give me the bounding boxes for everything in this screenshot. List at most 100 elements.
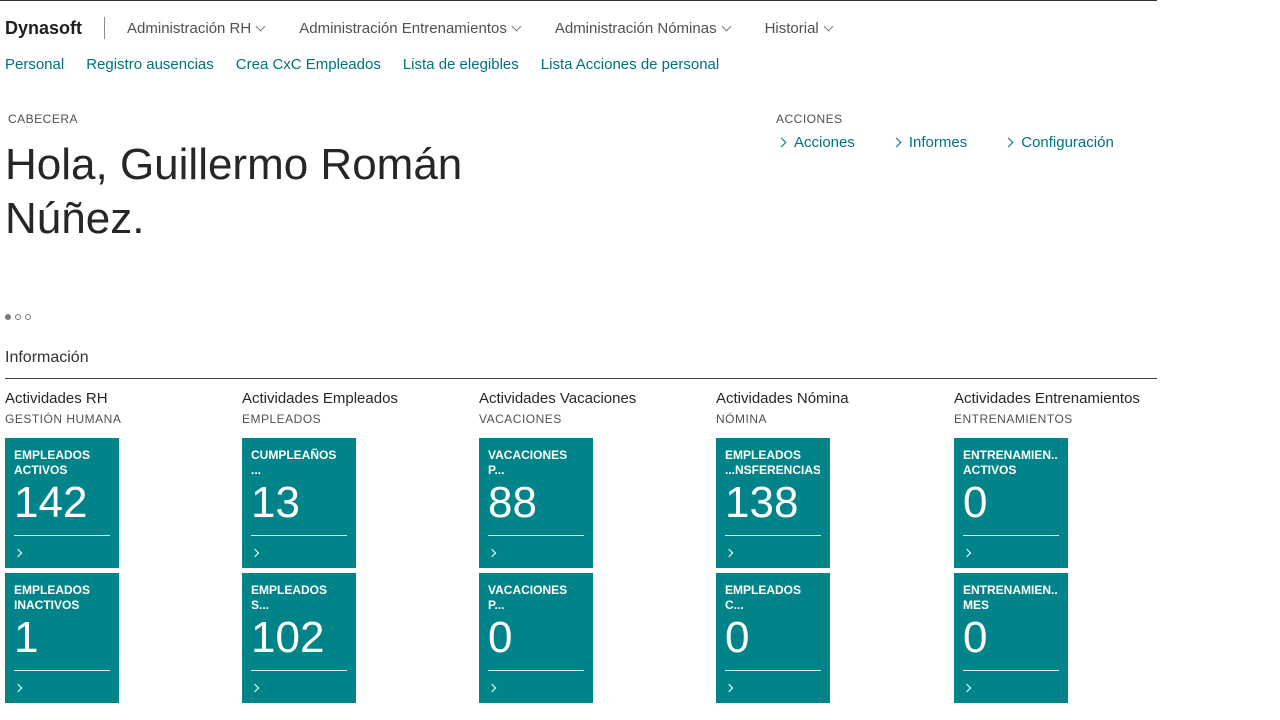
tile-value: 102 [251, 613, 325, 662]
tile-label: ENTRENAMIEN... ACTIVOS [963, 448, 1058, 477]
chevron-down-icon [823, 21, 834, 31]
link-lista-de-elegibles[interactable]: Lista de elegibles [403, 56, 519, 73]
tile-value: 138 [725, 478, 799, 527]
tile-label: ENTRENAMIEN... MES [963, 583, 1058, 612]
tile-value: 0 [488, 613, 513, 662]
cue-tile-empleados-transferencias[interactable]: EMPLEADOS ...NSFERENCIAS 138 [716, 438, 830, 568]
group-actividades-nomina: Actividades Nómina NÓMINA [716, 390, 926, 428]
chevron-right-icon [724, 683, 734, 693]
tile-label: EMPLEADOS C... X CHEQUES [725, 583, 802, 612]
menu-historial[interactable]: Historial [764, 19, 834, 37]
tile-label: CUMPLEAÑOS ... MES [251, 448, 337, 477]
tile-label: EMPLEADOS INACTIVOS [14, 583, 91, 612]
tile-divider [963, 535, 1059, 536]
chevron-down-icon [511, 21, 522, 31]
cue-tile-empleados-inactivos[interactable]: EMPLEADOS INACTIVOS 1 [5, 573, 119, 703]
tile-divider [488, 670, 584, 671]
action-configuracion[interactable]: Configuración [1003, 134, 1114, 151]
tile-label: VACACIONES P... VENCER [488, 448, 568, 477]
tile-divider [725, 670, 821, 671]
info-divider [5, 378, 1157, 379]
link-registro-ausencias[interactable]: Registro ausencias [86, 56, 214, 73]
tile-value: 88 [488, 478, 537, 527]
group-actividades-empleados: Actividades Empleados EMPLEADOS [242, 390, 452, 428]
chevron-right-icon [891, 137, 902, 148]
tile-divider [14, 670, 110, 671]
actions-caption: ACCIONES [776, 112, 843, 126]
carousel-dot-2[interactable] [15, 314, 21, 320]
link-personal[interactable]: Personal [5, 56, 64, 73]
chevron-right-icon [487, 683, 497, 693]
group-subtitle: ENTRENAMIENTOS [954, 412, 1073, 426]
tile-divider [488, 535, 584, 536]
chevron-right-icon [962, 548, 972, 558]
tile-label: EMPLEADOS ACTIVOS [14, 448, 91, 477]
tile-divider [251, 670, 347, 671]
chevron-right-icon [724, 548, 734, 558]
cue-tile-empleados-masculino[interactable]: EMPLEADOS S... MASCULINO 102 [242, 573, 356, 703]
action-informes[interactable]: Informes [891, 134, 968, 151]
header-caption: CABECERA [8, 112, 79, 126]
chevron-down-icon [255, 21, 266, 31]
tile-value: 13 [251, 478, 300, 527]
tile-label: VACACIONES P... INICIAR [488, 583, 568, 612]
menu-label: Historial [764, 19, 819, 37]
menu-administracion-entrenamientos[interactable]: Administración Entrenamientos [299, 19, 522, 37]
cue-tile-empleados-activos[interactable]: EMPLEADOS ACTIVOS 142 [5, 438, 119, 568]
action-label: Acciones [794, 134, 855, 151]
cue-tile-vacaciones-por-iniciar[interactable]: VACACIONES P... INICIAR 0 [479, 573, 593, 703]
greeting-heading: Hola, Guillermo Román Núñez. [5, 140, 463, 243]
chevron-right-icon [250, 548, 260, 558]
tile-divider [963, 670, 1059, 671]
carousel-dot-1[interactable] [5, 314, 11, 320]
chevron-right-icon [962, 683, 972, 693]
info-section-title: Información [5, 349, 89, 366]
actions-bar: Acciones Informes Configuración [776, 134, 1152, 151]
group-actividades-rh: Actividades RH GESTIÓN HUMANA [5, 390, 215, 428]
chevron-right-icon [13, 548, 23, 558]
chevron-right-icon [250, 683, 260, 693]
group-subtitle: NÓMINA [716, 412, 767, 426]
tile-value: 142 [14, 478, 88, 527]
top-border [0, 0, 1157, 1]
carousel-dots [5, 314, 35, 320]
group-subtitle: VACACIONES [479, 412, 562, 426]
tile-divider [251, 535, 347, 536]
brand-separator [104, 17, 106, 39]
cue-tile-vacaciones-por-vencer[interactable]: VACACIONES P... VENCER 88 [479, 438, 593, 568]
tile-label: EMPLEADOS S... MASCULINO [251, 583, 328, 612]
menu-label: Administración Entrenamientos [299, 19, 507, 37]
group-actividades-entrenamientos: Actividades Entrenamientos ENTRENAMIENTO… [954, 390, 1164, 428]
tile-value: 0 [963, 613, 988, 662]
tile-label: EMPLEADOS ...NSFERENCIAS [725, 448, 820, 477]
group-title: Actividades Vacaciones [479, 390, 637, 407]
chevron-down-icon [721, 21, 732, 31]
menu-label: Administración Nóminas [554, 19, 717, 37]
tile-value: 1 [14, 613, 39, 662]
top-navigation: Dynasoft Administración RH Administració… [5, 16, 867, 40]
link-lista-acciones-de-personal[interactable]: Lista Acciones de personal [541, 56, 719, 73]
action-acciones[interactable]: Acciones [776, 134, 855, 151]
group-title: Actividades Entrenamientos [954, 390, 1140, 407]
tile-value: 0 [963, 478, 988, 527]
carousel-dot-3[interactable] [25, 314, 31, 320]
cue-tile-entrenamientos-mes[interactable]: ENTRENAMIEN... MES 0 [954, 573, 1068, 703]
menu-administracion-rh[interactable]: Administración RH [127, 19, 266, 37]
brand-name[interactable]: Dynasoft [5, 18, 104, 39]
chevron-right-icon [13, 683, 23, 693]
group-subtitle: EMPLEADOS [242, 412, 322, 426]
tile-divider [14, 535, 110, 536]
action-label: Informes [908, 134, 968, 151]
menu-administracion-nominas[interactable]: Administración Nóminas [554, 19, 732, 37]
cue-tile-cumpleanos-mes[interactable]: CUMPLEAÑOS ... MES 13 [242, 438, 356, 568]
cue-tile-entrenamientos-activos[interactable]: ENTRENAMIEN... ACTIVOS 0 [954, 438, 1068, 568]
chevron-right-icon [776, 137, 787, 148]
tile-divider [725, 535, 821, 536]
sub-navigation: Personal Registro ausencias Crea CxC Emp… [5, 56, 741, 73]
menu-label: Administración RH [127, 19, 252, 37]
group-title: Actividades RH [5, 390, 108, 407]
cue-tile-empleados-cheques[interactable]: EMPLEADOS C... X CHEQUES 0 [716, 573, 830, 703]
group-subtitle: GESTIÓN HUMANA [5, 412, 122, 426]
tile-value: 0 [725, 613, 750, 662]
link-crea-cxc-empleados[interactable]: Crea CxC Empleados [236, 56, 381, 73]
